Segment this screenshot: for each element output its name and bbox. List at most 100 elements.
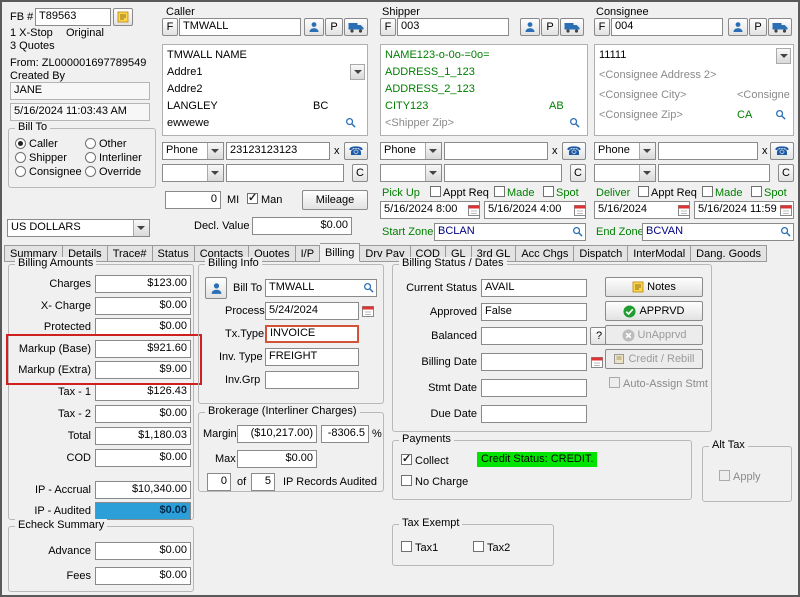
radio-bill-to-consignee[interactable] xyxy=(15,166,26,177)
due-date-field[interactable] xyxy=(481,405,587,423)
cod-field[interactable]: $0.00 xyxy=(95,449,191,467)
caller-dial-button[interactable]: ☎ xyxy=(344,142,368,160)
charges-field[interactable]: $123.00 xyxy=(95,275,191,293)
ip-audited-field[interactable]: $0.00 xyxy=(95,502,191,520)
shipper-phone-type-combo[interactable]: Phone xyxy=(380,142,442,160)
bill-to-contact-button[interactable] xyxy=(205,277,227,299)
shipper-code-field[interactable]: 003 xyxy=(397,18,509,36)
shipper-phone-field[interactable] xyxy=(444,142,548,160)
shipper-phone2-type-combo[interactable] xyxy=(380,164,442,182)
deliver-made-checkbox[interactable] xyxy=(702,186,713,197)
bill-to-field[interactable]: TMWALL xyxy=(265,279,377,297)
radio-bill-to-caller[interactable] xyxy=(15,138,26,149)
tax1-field[interactable]: $126.43 xyxy=(95,383,191,401)
advance-field[interactable]: $0.00 xyxy=(95,542,191,560)
fb-number-field[interactable]: T89563 xyxy=(35,8,111,26)
caller-c-button[interactable]: C xyxy=(352,164,368,182)
man-checkbox[interactable] xyxy=(247,193,258,204)
consignee-p-button[interactable]: P xyxy=(749,18,767,36)
fb-notes-button[interactable] xyxy=(113,8,133,26)
tab-ip[interactable]: I/P xyxy=(296,245,320,262)
consignee-phone2-field[interactable] xyxy=(658,164,770,182)
consignee-phone-type-combo[interactable]: Phone xyxy=(594,142,656,160)
calendar-icon[interactable] xyxy=(362,305,374,317)
search-icon[interactable] xyxy=(572,226,583,237)
caller-phone-type-combo[interactable]: Phone xyxy=(162,142,224,160)
credit-rebill-button[interactable]: Credit / Rebill xyxy=(605,349,703,369)
pickup-from-date-field[interactable]: 5/16/2024 8:00 xyxy=(380,201,480,219)
consignee-phone-field[interactable] xyxy=(658,142,758,160)
deliver-to-date-field[interactable]: 5/16/2024 11:59 xyxy=(694,201,794,219)
fees-field[interactable]: $0.00 xyxy=(95,567,191,585)
approved-field[interactable]: False xyxy=(481,303,587,321)
consignee-phone-clear[interactable]: x xyxy=(762,145,768,157)
approve-button[interactable]: APPRVD xyxy=(605,301,703,321)
consignee-c-button[interactable]: C xyxy=(778,164,794,182)
tab-acc-chgs[interactable]: Acc Chgs xyxy=(516,245,574,262)
radio-bill-to-override[interactable] xyxy=(85,166,96,177)
created-at-field[interactable]: 5/16/2024 11:03:43 AM xyxy=(10,103,150,121)
search-icon[interactable] xyxy=(363,282,374,293)
ip-audited-count-field[interactable]: 0 xyxy=(207,473,231,491)
radio-bill-to-interliner[interactable] xyxy=(85,152,96,163)
unapprove-button[interactable]: UnApprvd xyxy=(605,325,703,345)
tab-billing[interactable]: Billing xyxy=(320,243,360,262)
process-date-field[interactable]: 5/24/2024 xyxy=(265,302,359,320)
pickup-to-date-field[interactable]: 5/16/2024 4:00 xyxy=(484,201,586,219)
consignee-f-button[interactable]: F xyxy=(594,18,610,36)
tab-status[interactable]: Status xyxy=(153,245,195,262)
tab-intermodal[interactable]: InterModal xyxy=(628,245,691,262)
shipper-dial-button[interactable]: ☎ xyxy=(562,142,586,160)
consignee-truck-button[interactable] xyxy=(768,18,792,36)
ip-audited-total-field[interactable]: 5 xyxy=(251,473,275,491)
caller-phone2-type-combo[interactable] xyxy=(162,164,224,182)
calendar-icon[interactable] xyxy=(678,204,690,216)
calendar-icon[interactable] xyxy=(780,204,792,216)
shipper-p-button[interactable]: P xyxy=(541,18,559,36)
caller-phone-clear[interactable]: x xyxy=(334,145,340,157)
no-charge-checkbox[interactable] xyxy=(401,475,412,486)
deliver-spot-checkbox[interactable] xyxy=(751,186,762,197)
inv-grp-field[interactable] xyxy=(265,371,359,389)
caller-truck-button[interactable] xyxy=(344,18,368,36)
shipper-f-button[interactable]: F xyxy=(380,18,396,36)
shipper-phone2-field[interactable] xyxy=(444,164,562,182)
currency-combo[interactable]: US DOLLARS xyxy=(7,219,150,237)
caller-phone2-field[interactable] xyxy=(226,164,344,182)
shipper-contact-button[interactable] xyxy=(520,18,540,36)
calendar-icon[interactable] xyxy=(574,204,586,216)
alt-tax-apply-checkbox[interactable] xyxy=(719,470,730,481)
protected-field[interactable]: $0.00 xyxy=(95,318,191,336)
tab-dispatch[interactable]: Dispatch xyxy=(574,245,628,262)
mileage-button[interactable]: Mileage xyxy=(302,190,368,210)
xcharge-field[interactable]: $0.00 xyxy=(95,297,191,315)
pickup-appt-req-checkbox[interactable] xyxy=(430,186,441,197)
caller-p-button[interactable]: P xyxy=(325,18,343,36)
caller-contact-button[interactable] xyxy=(304,18,324,36)
consignee-code-field[interactable]: 004 xyxy=(611,18,723,36)
deliver-from-date-field[interactable]: 5/16/2024 xyxy=(594,201,690,219)
notes-button[interactable]: Notes xyxy=(605,277,703,297)
search-icon[interactable] xyxy=(569,117,580,128)
tab-dang-goods[interactable]: Dang. Goods xyxy=(691,245,767,262)
ip-accrual-field[interactable]: $10,340.00 xyxy=(95,481,191,499)
shipper-truck-button[interactable] xyxy=(560,18,584,36)
consignee-phone2-type-combo[interactable] xyxy=(594,164,656,182)
margin-pct-field[interactable]: -8306.5 xyxy=(321,425,369,443)
start-zone-field[interactable]: BCLAN xyxy=(434,223,586,241)
auto-assign-stmt-checkbox[interactable] xyxy=(609,377,620,388)
deliver-appt-req-checkbox[interactable] xyxy=(638,186,649,197)
tax1-checkbox[interactable] xyxy=(401,541,412,552)
pickup-spot-checkbox[interactable] xyxy=(543,186,554,197)
tax2-field[interactable]: $0.00 xyxy=(95,405,191,423)
markup-base-field[interactable]: $921.60 xyxy=(95,340,191,358)
collect-checkbox[interactable] xyxy=(401,454,412,465)
caller-code-field[interactable]: TMWALL xyxy=(179,18,301,36)
end-zone-field[interactable]: BCVAN xyxy=(642,223,794,241)
search-icon[interactable] xyxy=(780,226,791,237)
stmt-date-field[interactable] xyxy=(481,379,587,397)
tx-type-field[interactable]: INVOICE xyxy=(265,325,359,343)
chevron-down-icon[interactable] xyxy=(350,64,365,80)
markup-extra-field[interactable]: $9.00 xyxy=(95,361,191,379)
current-status-field[interactable]: AVAIL xyxy=(481,279,587,297)
